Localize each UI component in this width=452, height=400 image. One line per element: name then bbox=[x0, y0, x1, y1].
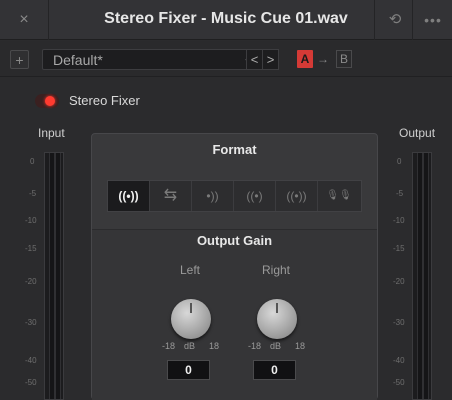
output-tick: -20 bbox=[393, 277, 405, 286]
controls-panel: Format ((•)) ⇆ •)) ((•) ((•)) 🎙🎙 Output … bbox=[91, 133, 378, 400]
input-meter bbox=[44, 152, 64, 400]
output-tick: 0 bbox=[397, 157, 402, 166]
output-tick: -30 bbox=[393, 318, 405, 327]
right-only-icon[interactable]: •)) bbox=[192, 181, 234, 211]
next-preset-button[interactable]: > bbox=[262, 49, 279, 70]
input-tick: -40 bbox=[25, 356, 37, 365]
more-options-icon[interactable]: ••• bbox=[420, 10, 446, 30]
knob-pointer bbox=[276, 303, 278, 313]
output-tick: -5 bbox=[396, 189, 404, 198]
swap-channels-icon[interactable]: ⇆ bbox=[150, 181, 192, 211]
title-divider bbox=[374, 0, 375, 40]
output-tick: -50 bbox=[393, 378, 405, 387]
plugin-enable-toggle[interactable] bbox=[35, 94, 59, 108]
output-meter-label: Output bbox=[399, 126, 436, 140]
left-only-icon[interactable]: ((•) bbox=[234, 181, 276, 211]
output-tick: -15 bbox=[393, 244, 405, 253]
input-meter-right-channel bbox=[55, 153, 61, 399]
mono-sum-icon[interactable]: ((•)) bbox=[276, 181, 318, 211]
right-scale-min: -18 bbox=[248, 341, 262, 351]
output-tick: -40 bbox=[393, 356, 405, 365]
output-gain-section bbox=[92, 229, 377, 400]
knob-pointer bbox=[190, 303, 192, 313]
add-preset-button[interactable]: + bbox=[10, 50, 29, 69]
input-tick: -50 bbox=[25, 378, 37, 387]
left-scale-max: 18 bbox=[209, 341, 220, 351]
output-gain-title: Output Gain bbox=[196, 233, 273, 248]
preset-toolbar: + Default* ⌄ < > A → B bbox=[0, 41, 452, 77]
input-tick: 0 bbox=[30, 157, 35, 166]
stereo-icon[interactable]: ((•)) bbox=[108, 181, 150, 211]
left-gain-value-field[interactable]: 0 bbox=[167, 360, 210, 380]
output-meter-right-channel bbox=[423, 153, 429, 399]
compare-b-button[interactable]: B bbox=[336, 50, 352, 68]
format-selector: ((•)) ⇆ •)) ((•) ((•)) 🎙🎙 bbox=[107, 180, 362, 212]
preset-value: Default* bbox=[53, 52, 103, 68]
copy-a-to-b-icon[interactable]: → bbox=[316, 50, 330, 68]
title-divider bbox=[412, 0, 413, 40]
right-channel-label: Right bbox=[262, 263, 291, 277]
prev-preset-button[interactable]: < bbox=[246, 49, 263, 70]
left-scale-min: -18 bbox=[162, 341, 176, 351]
input-tick: -5 bbox=[29, 189, 37, 198]
left-gain-knob[interactable] bbox=[171, 299, 211, 339]
left-channel-label: Left bbox=[180, 263, 201, 277]
output-tick: -10 bbox=[393, 216, 405, 225]
right-scale-max: 18 bbox=[295, 341, 306, 351]
left-scale-unit: dB bbox=[184, 341, 196, 351]
plugin-name-label: Stereo Fixer bbox=[69, 93, 140, 108]
power-indicator-icon bbox=[45, 96, 55, 106]
output-meter bbox=[412, 152, 432, 400]
right-scale-unit: dB bbox=[270, 341, 282, 351]
title-bar: × Stereo Fixer - Music Cue 01.wav ⟲ ••• bbox=[0, 0, 452, 40]
input-meter-label: Input bbox=[38, 126, 65, 140]
right-gain-knob[interactable] bbox=[257, 299, 297, 339]
compare-a-button[interactable]: A bbox=[297, 50, 313, 68]
dual-mic-icon[interactable]: 🎙🎙 bbox=[318, 181, 360, 211]
format-title: Format bbox=[212, 142, 257, 157]
input-tick: -15 bbox=[25, 244, 37, 253]
input-tick: -20 bbox=[25, 277, 37, 286]
input-tick: -10 bbox=[25, 216, 37, 225]
input-tick: -30 bbox=[25, 318, 37, 327]
history-icon[interactable]: ⟲ bbox=[384, 10, 406, 30]
right-gain-value-field[interactable]: 0 bbox=[253, 360, 296, 380]
preset-dropdown[interactable]: Default* ⌄ bbox=[42, 49, 262, 70]
